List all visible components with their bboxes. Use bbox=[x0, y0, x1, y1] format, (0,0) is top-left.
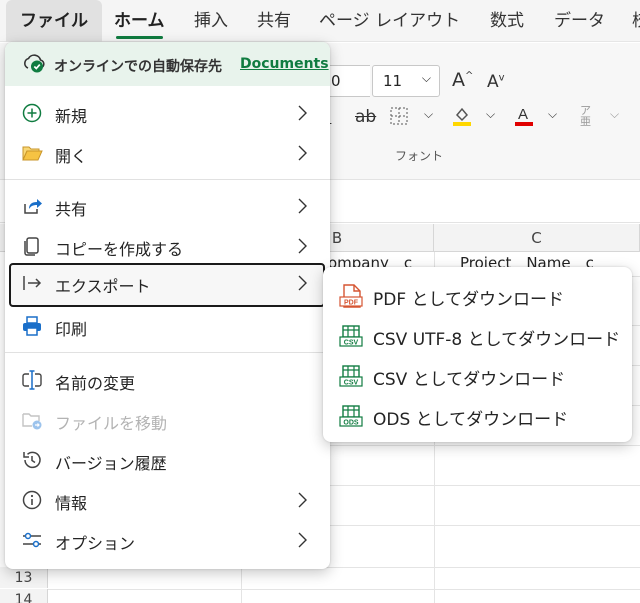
printer-icon bbox=[23, 316, 41, 336]
column-letter: B bbox=[331, 229, 343, 247]
font-name-box[interactable]: 0 bbox=[326, 65, 370, 97]
menu-item-label: 新規 bbox=[55, 107, 88, 126]
svg-text:CSV: CSV bbox=[344, 380, 359, 387]
tab-data[interactable]: データ bbox=[554, 0, 605, 42]
strikethrough-icon[interactable]: ab bbox=[355, 107, 376, 127]
menu-item-open[interactable]: 開く bbox=[5, 133, 330, 173]
menu-item-export[interactable]: エクスポート bbox=[9, 263, 325, 307]
svg-text:A: A bbox=[518, 106, 528, 123]
font-name-value: 0 bbox=[331, 72, 341, 90]
menu-item-label: ファイルを移動 bbox=[55, 414, 168, 433]
cloud-check-icon bbox=[24, 54, 45, 73]
menu-item-version-history[interactable]: バージョン履歴 bbox=[5, 440, 330, 480]
copy-icon bbox=[24, 237, 39, 256]
font-size-value: 11 bbox=[383, 72, 403, 90]
svg-text:ODS: ODS bbox=[343, 420, 359, 427]
menu-item-info[interactable]: 情報 bbox=[5, 480, 330, 520]
submenu-item-download-csv[interactable]: CSV CSV としてダウンロード bbox=[323, 355, 632, 395]
export-icon bbox=[23, 276, 42, 290]
menu-item-label: 名前の変更 bbox=[55, 374, 136, 393]
submenu-item-label: ODS としてダウンロード bbox=[373, 410, 569, 430]
submenu-item-label: PDF としてダウンロード bbox=[373, 290, 565, 310]
menu-item-options[interactable]: オプション bbox=[5, 520, 330, 560]
menu-item-label: コピーを作成する bbox=[55, 240, 184, 259]
tab-share[interactable]: 共有 bbox=[257, 0, 291, 42]
chevron-right-icon bbox=[298, 105, 307, 121]
menu-item-print[interactable]: 印刷 bbox=[5, 306, 330, 346]
history-icon bbox=[23, 451, 41, 469]
borders-icon[interactable] bbox=[390, 107, 408, 125]
menu-item-new[interactable]: 新規 bbox=[5, 93, 330, 133]
column-header-c[interactable]: C bbox=[434, 224, 640, 252]
submenu-item-download-pdf[interactable]: PDF PDF としてダウンロード bbox=[323, 275, 632, 315]
menu-bar: ファイル ホーム 挿入 共有 ページ レイアウト 数式 データ 校 bbox=[0, 0, 640, 42]
export-submenu: PDF PDF としてダウンロード CSV CSV UTF-8 としてダウンロー… bbox=[323, 267, 632, 442]
column-letter: C bbox=[531, 229, 542, 247]
chevron-down-icon: ⌵ bbox=[421, 71, 431, 85]
chevron-right-icon bbox=[298, 532, 307, 548]
chevron-right-icon bbox=[298, 238, 307, 254]
tab-formulas[interactable]: 数式 bbox=[490, 0, 524, 42]
tab-page-layout[interactable]: ページ レイアウト bbox=[319, 0, 460, 42]
svg-text:PDF: PDF bbox=[344, 300, 359, 307]
font-color-icon[interactable]: A bbox=[514, 105, 534, 127]
menu-item-move-file[interactable]: ファイルを移動 bbox=[5, 400, 330, 440]
menu-item-label: 印刷 bbox=[55, 320, 88, 339]
menu-item-label: エクスポート bbox=[55, 277, 151, 296]
chevron-right-icon bbox=[298, 198, 307, 214]
submenu-item-download-csv-utf8[interactable]: CSV CSV UTF-8 としてダウンロード bbox=[323, 315, 632, 355]
phonetic-guide-icon[interactable]: ア亜 bbox=[580, 105, 591, 127]
tab-insert[interactable]: 挿入 bbox=[194, 0, 228, 42]
chevron-right-icon bbox=[298, 275, 307, 291]
autosave-location-link[interactable]: Documents bbox=[240, 56, 329, 72]
submenu-item-label: CSV UTF-8 としてダウンロード bbox=[373, 330, 621, 350]
increase-font-size-icon[interactable]: A^ bbox=[452, 69, 473, 91]
chevron-right-icon bbox=[298, 492, 307, 508]
csv-file-icon: CSV bbox=[339, 325, 363, 347]
row-header-13[interactable]: 13 bbox=[0, 567, 48, 588]
submenu-item-download-ods[interactable]: ODS ODS としてダウンロード bbox=[323, 395, 632, 435]
autosave-text: オンラインでの自動保存先 bbox=[54, 59, 222, 75]
info-icon bbox=[22, 490, 42, 510]
autosave-banner: オンラインでの自動保存先 Documents bbox=[5, 42, 330, 86]
grid-divider bbox=[48, 589, 640, 590]
folder-open-icon bbox=[22, 146, 43, 161]
tab-review[interactable]: 校 bbox=[632, 0, 640, 42]
row-header-14[interactable]: 14 bbox=[0, 589, 48, 603]
svg-text:CSV: CSV bbox=[344, 340, 359, 347]
chevron-down-icon[interactable]: ⌵ bbox=[424, 107, 433, 122]
chevron-down-icon[interactable]: ⌵ bbox=[486, 107, 495, 122]
rename-icon bbox=[22, 370, 42, 390]
tab-home[interactable]: ホーム bbox=[114, 0, 165, 42]
menu-item-label: オプション bbox=[55, 534, 136, 553]
chevron-down-icon[interactable]: ⌵ bbox=[610, 107, 619, 122]
menu-item-share[interactable]: 共有 bbox=[5, 186, 330, 226]
menu-item-make-copy[interactable]: コピーを作成する bbox=[5, 226, 330, 266]
font-size-box[interactable]: 11 ⌵ bbox=[372, 65, 440, 97]
menu-item-label: 情報 bbox=[55, 494, 88, 513]
options-icon bbox=[23, 532, 41, 548]
pdf-file-icon: PDF bbox=[339, 284, 363, 308]
chevron-right-icon bbox=[298, 145, 307, 161]
share-icon bbox=[24, 199, 42, 214]
ribbon-group-label: フォント bbox=[395, 149, 444, 163]
plus-circle-icon bbox=[22, 103, 42, 123]
fill-color-icon[interactable] bbox=[452, 105, 472, 127]
decrease-font-size-icon[interactable]: Av bbox=[487, 72, 505, 92]
menu-item-rename[interactable]: 名前の変更 bbox=[5, 360, 330, 400]
tab-file[interactable]: ファイル bbox=[6, 0, 102, 42]
move-file-icon bbox=[22, 413, 42, 430]
file-menu: オンラインでの自動保存先 Documents 新規 開く 共有 コピーを作成する… bbox=[5, 42, 330, 569]
menu-item-label: バージョン履歴 bbox=[55, 454, 167, 473]
menu-item-label: 開く bbox=[55, 147, 88, 166]
chevron-down-icon[interactable]: ⌵ bbox=[548, 107, 557, 122]
menu-separator bbox=[5, 179, 330, 180]
submenu-item-label: CSV としてダウンロード bbox=[373, 370, 566, 390]
menu-separator bbox=[5, 352, 330, 353]
csv-file-icon: CSV bbox=[339, 365, 363, 387]
ods-file-icon: ODS bbox=[339, 405, 363, 427]
menu-item-label: 共有 bbox=[55, 200, 88, 219]
